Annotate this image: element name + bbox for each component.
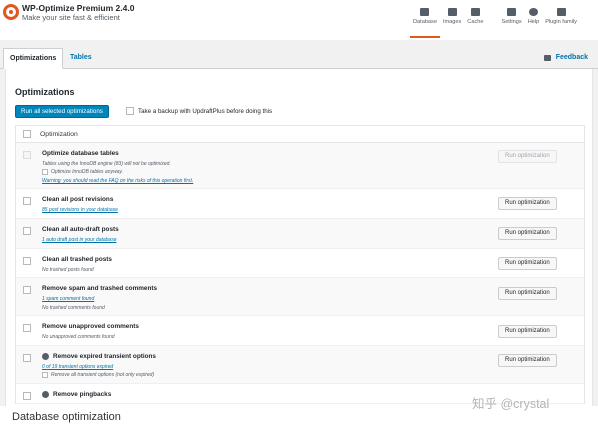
- auto-draft-link[interactable]: 1 auto draft post in your database: [42, 237, 117, 243]
- innodb-label: Optimize InnoDB tables anyway.: [51, 169, 123, 175]
- row-title: Remove pingbacks: [42, 391, 111, 398]
- nav-settings[interactable]: Settings: [498, 8, 524, 38]
- nav-help[interactable]: Help: [525, 8, 543, 38]
- row-detail: No unapproved comments found: [42, 334, 115, 340]
- row-title-text: Remove expired transient options: [53, 353, 156, 360]
- row-detail: No trashed comments found: [42, 305, 105, 311]
- row-checkbox[interactable]: [23, 151, 31, 159]
- optimizations-panel: Optimizations Run all selected optimizat…: [5, 69, 593, 429]
- table-row-spam-comments: Remove spam and trashed comments 1 spam …: [15, 278, 585, 316]
- info-icon[interactable]: [42, 353, 49, 360]
- table-row-expired-transients: Remove expired transient options 0 of 19…: [15, 346, 585, 384]
- nav-plugin-family[interactable]: Plugin family: [542, 8, 580, 38]
- nav-plugin-family-label: Plugin family: [545, 19, 577, 25]
- info-icon[interactable]: [42, 391, 49, 398]
- run-all-selected-button[interactable]: Run all selected optimizations: [15, 105, 109, 118]
- row-checkbox[interactable]: [23, 197, 31, 205]
- column-header-optimization: Optimization: [40, 130, 78, 138]
- row-checkbox[interactable]: [23, 257, 31, 265]
- nav-help-label: Help: [527, 19, 540, 25]
- faq-warning-link[interactable]: Warning: you should read the FAQ on the …: [42, 178, 193, 184]
- table-row-unapproved-comments: Remove unapproved comments No unapproved…: [15, 316, 585, 346]
- help-icon: [528, 8, 538, 16]
- run-optimization-button[interactable]: Run optimization: [498, 197, 557, 210]
- settings-icon: [507, 8, 517, 16]
- tab-tables[interactable]: Tables: [64, 48, 98, 69]
- row-checkbox[interactable]: [23, 324, 31, 332]
- row-title: Remove spam and trashed comments: [42, 285, 158, 292]
- row-checkbox[interactable]: [23, 227, 31, 235]
- row-title: Clean all post revisions: [42, 196, 114, 203]
- row-checkbox[interactable]: [23, 354, 31, 362]
- row-title: Clean all trashed posts: [42, 256, 112, 263]
- nav-images-label: Images: [442, 19, 462, 25]
- app-title: WP-Optimize Premium 2.4.0: [22, 3, 135, 13]
- remove-all-transients-checkbox[interactable]: [42, 372, 48, 378]
- tab-optimizations[interactable]: Optimizations: [3, 48, 64, 69]
- table-header: Optimization: [15, 125, 585, 143]
- nav-images[interactable]: Images: [440, 8, 464, 38]
- row-checkbox[interactable]: [23, 286, 31, 294]
- wp-optimize-logo-icon: [3, 4, 19, 20]
- feedback-label: Feedback: [555, 54, 588, 61]
- top-header: WP-Optimize Premium 2.4.0 Make your site…: [0, 0, 598, 40]
- row-detail: No trashed posts found: [42, 267, 94, 273]
- post-revisions-link[interactable]: 85 post revisions in your database: [42, 207, 118, 213]
- row-checkbox[interactable]: [23, 392, 31, 400]
- row-title: Remove expired transient options: [42, 353, 156, 360]
- watermark: 知乎 @crystal: [472, 397, 550, 411]
- run-optimization-button[interactable]: Run optimization: [498, 150, 557, 163]
- remove-all-transients-option[interactable]: Remove all transient options (not only e…: [42, 372, 154, 378]
- tabs-bar: Optimizations Tables Feedback: [0, 48, 598, 69]
- remove-all-transients-label: Remove all transient options (not only e…: [51, 372, 155, 378]
- table-row-post-revisions: Clean all post revisions 85 post revisio…: [15, 189, 585, 219]
- backup-label: Take a backup with UpdraftPlus before do…: [138, 107, 273, 115]
- table-row-trashed-posts: Clean all trashed posts No trashed posts…: [15, 249, 585, 278]
- table-row-optimize-tables: Optimize database tables Tables using th…: [15, 143, 585, 189]
- row-title-text: Remove pingbacks: [53, 391, 112, 398]
- nav-cache-label: Cache: [467, 19, 484, 25]
- backup-option[interactable]: Take a backup with UpdraftPlus before do…: [126, 107, 272, 115]
- run-optimization-button[interactable]: Run optimization: [498, 325, 557, 338]
- run-optimization-button[interactable]: Run optimization: [498, 354, 557, 367]
- database-icon: [420, 8, 430, 16]
- table-row-auto-drafts: Clean all auto-draft posts 1 auto draft …: [15, 219, 585, 249]
- innodb-checkbox[interactable]: [42, 169, 48, 175]
- run-optimization-button[interactable]: Run optimization: [498, 227, 557, 240]
- select-all-checkbox[interactable]: [23, 130, 31, 138]
- run-optimization-button[interactable]: Run optimization: [498, 287, 557, 300]
- feedback-icon: [543, 54, 551, 61]
- page-title: Optimizations: [15, 87, 75, 97]
- caption-text: Database optimization: [12, 411, 121, 423]
- row-title: Optimize database tables: [42, 150, 119, 157]
- nav-database[interactable]: Database: [410, 8, 440, 38]
- run-optimization-button[interactable]: Run optimization: [498, 257, 557, 270]
- nav-database-label: Database: [413, 19, 437, 25]
- innodb-option[interactable]: Optimize InnoDB tables anyway.: [42, 169, 123, 175]
- row-title: Clean all auto-draft posts: [42, 226, 119, 233]
- backup-checkbox[interactable]: [126, 107, 134, 115]
- images-icon: [447, 8, 457, 16]
- top-navigation: Database Images Cache Settings Help Plug…: [410, 8, 580, 38]
- feedback-link[interactable]: Feedback: [543, 54, 588, 61]
- plugin-family-icon: [556, 8, 566, 16]
- transient-options-link[interactable]: 0 of 19 transient options expired: [42, 364, 113, 370]
- app-subtitle: Make your site fast & efficient: [22, 13, 120, 22]
- row-detail: Tables using the InnoDB engine (83) will…: [42, 161, 171, 167]
- spam-comment-link[interactable]: 1 spam comment found: [42, 296, 94, 302]
- cache-icon: [470, 8, 480, 16]
- nav-settings-label: Settings: [501, 19, 522, 25]
- nav-cache[interactable]: Cache: [464, 8, 486, 38]
- optimizations-table: Optimization Optimize database tables Ta…: [15, 125, 585, 404]
- row-title: Remove unapproved comments: [42, 323, 139, 330]
